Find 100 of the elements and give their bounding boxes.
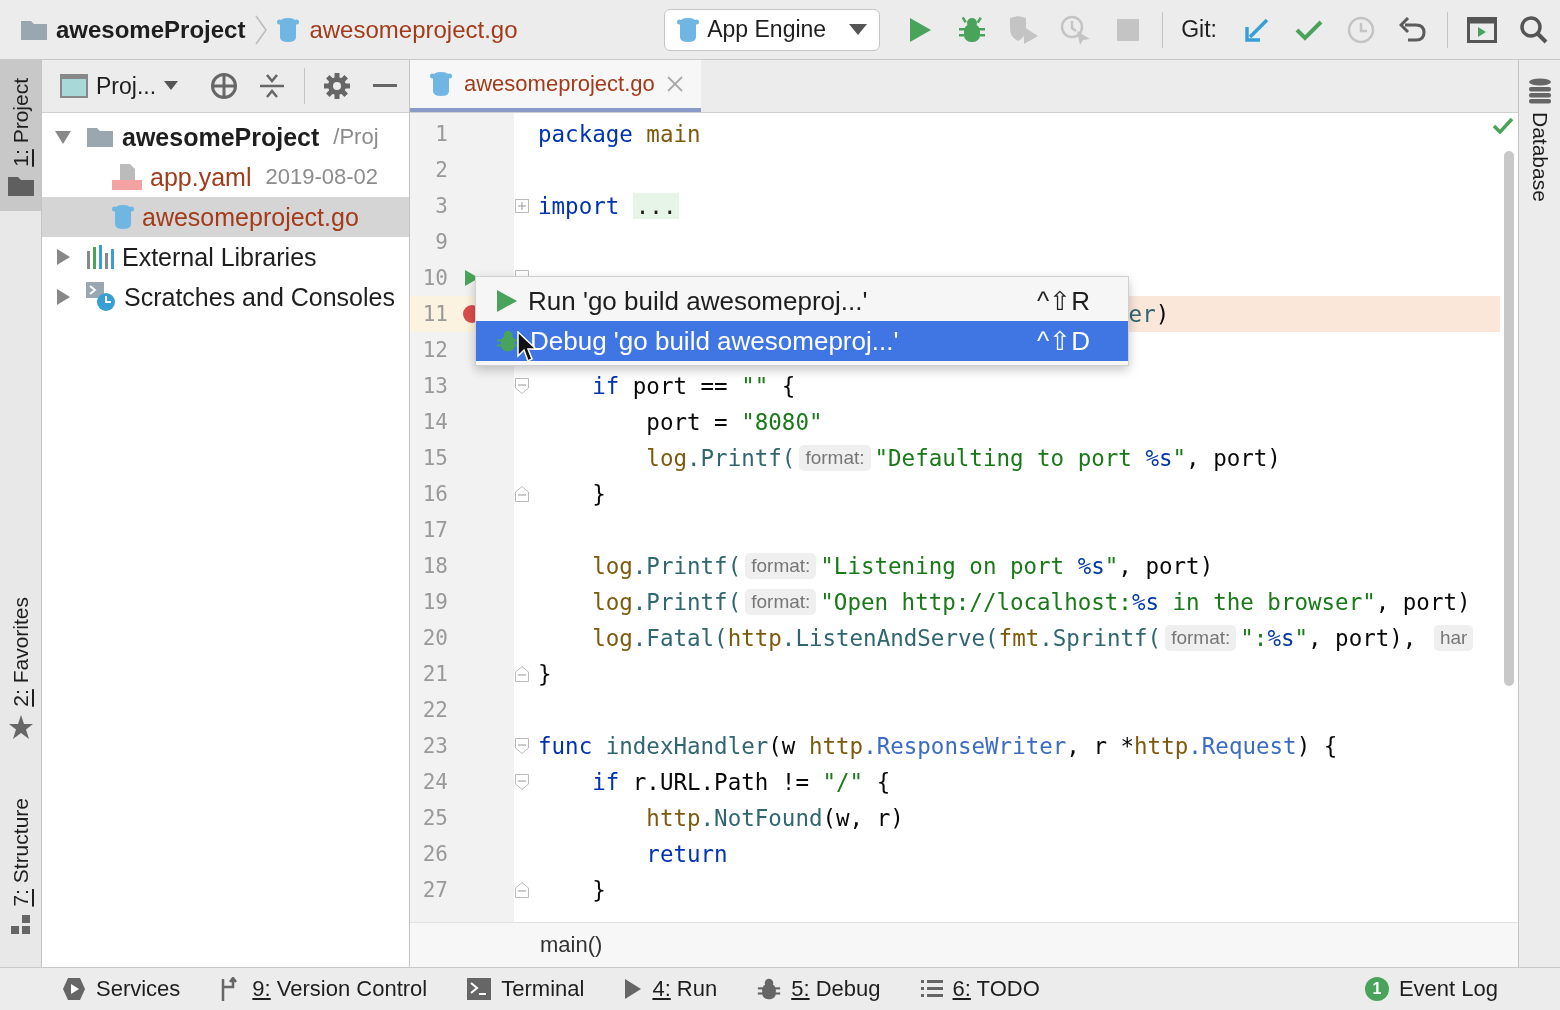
folder-icon — [86, 126, 114, 148]
collapse-icon[interactable] — [260, 73, 285, 99]
line-number: 22 — [421, 698, 448, 722]
code-text: port = "8080" — [645, 409, 823, 435]
tree-item-label: Scratches and Consoles — [124, 282, 395, 312]
gear-icon[interactable] — [324, 73, 350, 99]
tool-window-button[interactable]: 5: Debug — [757, 976, 881, 1002]
code-text: "Open http://localhost:%s in the browser", port) — [820, 589, 1471, 615]
expand-arrow-icon[interactable] — [54, 248, 72, 266]
shortcut-label: ^⇧D — [1037, 325, 1090, 357]
line-number: 17 — [421, 518, 448, 542]
code-text: func indexHandler(w http.ResponseWriter, r *http.Request) { — [538, 733, 1338, 759]
folder-icon — [6, 174, 35, 197]
tool-window-button[interactable]: Terminal — [467, 976, 585, 1002]
tool-window-button[interactable]: 6: TODO — [920, 976, 1040, 1002]
code-text: log.Printf( — [591, 553, 742, 579]
code-text: return — [645, 841, 728, 867]
tool-window-button[interactable]: Services — [62, 976, 181, 1002]
code-text: log.Fatal(http.ListenAndServe(fmt.Sprintf( — [591, 625, 1162, 651]
popup-item-label: Run 'go build awesomeproj...' — [528, 285, 869, 317]
line-number: 13 — [421, 374, 448, 398]
play-icon[interactable] — [908, 16, 933, 43]
parameter-hint: har — [1433, 625, 1474, 651]
line-number: 12 — [421, 338, 448, 362]
line-number: 11 — [421, 302, 448, 326]
code-text: } — [538, 661, 552, 687]
tree-item-detail: /Proj — [333, 124, 379, 150]
tree-row[interactable]: External Libraries — [42, 237, 409, 277]
undo-icon[interactable] — [1399, 16, 1427, 43]
star-icon — [7, 714, 34, 741]
breadcrumb-project[interactable]: awesomeProject — [56, 15, 246, 44]
tool-window-tab[interactable]: 2: Favorites — [0, 582, 41, 755]
parameter-hint: format: — [1165, 625, 1237, 651]
fold-marker-icon[interactable] — [515, 378, 529, 394]
tree-row[interactable]: awesomeProject /Proj — [42, 117, 409, 157]
bug-icon — [757, 977, 782, 1001]
fold-marker-icon[interactable] — [515, 486, 529, 502]
window-icon — [60, 74, 88, 98]
window-play-icon[interactable] — [1467, 16, 1497, 43]
fold-marker-icon[interactable] — [515, 666, 529, 682]
tree-item-label: awesomeProject — [122, 122, 320, 152]
parameter-hint: format: — [745, 589, 817, 615]
fold-marker-icon[interactable] — [515, 882, 529, 898]
code-text: if r.URL.Path != "/" { — [591, 769, 891, 795]
run-config-dropdown[interactable]: App Engine — [664, 8, 881, 51]
database-icon — [1527, 78, 1552, 104]
search-icon[interactable] — [1520, 15, 1548, 44]
check-icon — [1492, 117, 1514, 135]
popup-item[interactable]: Debug 'go build awesomeproj...' ^⇧D — [476, 321, 1128, 361]
view-dropdown[interactable]: Proj... — [60, 72, 179, 100]
caret-icon — [164, 81, 179, 91]
line-number: 15 — [421, 446, 448, 470]
chevron-icon — [255, 14, 268, 45]
minimize-icon[interactable] — [373, 84, 397, 88]
shortcut-label: ^⇧R — [1037, 285, 1090, 317]
line-number: 19 — [421, 590, 448, 614]
line-number: 3 — [434, 194, 448, 218]
tool-window-tab[interactable]: 7: Structure — [0, 784, 41, 949]
count-badge: 1 — [1364, 977, 1389, 1001]
bug-icon[interactable] — [958, 15, 987, 44]
crosshair-icon[interactable] — [210, 72, 239, 100]
yaml-file-icon — [112, 163, 142, 191]
folded-code[interactable]: ... — [632, 193, 680, 219]
code-text: "Listening on port %s", port) — [820, 553, 1214, 579]
code-breadcrumb[interactable]: main() — [540, 932, 603, 958]
fold-marker-icon[interactable] — [515, 738, 529, 754]
bars-icon — [86, 245, 114, 269]
code-text: package main — [538, 121, 701, 147]
tool-window-button[interactable]: Event Log — [1398, 976, 1498, 1002]
popup-item[interactable]: Run 'go build awesomeproj...' ^⇧R — [476, 281, 1128, 321]
terminal-icon — [467, 978, 492, 1000]
arrow-down-left-icon[interactable] — [1244, 16, 1270, 43]
expand-arrow-icon[interactable] — [54, 288, 72, 306]
tool-window-button[interactable]: 4: Run — [624, 976, 718, 1002]
tool-window-button[interactable]: 9: Version Control — [220, 976, 428, 1002]
tree-item-label: External Libraries — [122, 242, 317, 272]
close-icon[interactable] — [666, 76, 683, 92]
tree-row[interactable]: Scratches and Consoles — [42, 277, 409, 317]
check-icon[interactable] — [1295, 18, 1323, 41]
code-text: http.NotFound(w, r) — [645, 805, 904, 831]
tool-window-tab[interactable]: Database — [1527, 78, 1552, 202]
play-icon — [624, 978, 643, 1000]
popup-item-label: Debug 'go build awesomeproj...' — [530, 325, 900, 357]
tree-item-label: awesomeproject.go — [142, 202, 359, 232]
blocks-icon — [10, 915, 31, 935]
tree-item-label: app.yaml — [150, 162, 252, 192]
code-text: log.Printf( — [645, 445, 796, 471]
tree-row[interactable]: app.yaml 2019-08-02 — [42, 157, 409, 197]
fold-plus-icon[interactable] — [515, 199, 529, 213]
fold-marker-icon[interactable] — [515, 774, 529, 790]
line-number: 20 — [421, 626, 448, 650]
breadcrumb-file[interactable]: awesomeproject.go — [309, 15, 518, 44]
scrollbar-thumb[interactable] — [1504, 151, 1514, 686]
line-number: 25 — [421, 806, 448, 830]
tool-window-tab[interactable]: 1: Project — [0, 60, 41, 211]
editor-tab[interactable]: awesomeproject.go — [410, 60, 701, 112]
line-number: 2 — [434, 158, 448, 182]
tree-row[interactable]: awesomeproject.go — [42, 197, 409, 237]
console-clock-icon — [86, 282, 116, 312]
expand-arrow-icon[interactable] — [54, 128, 72, 146]
